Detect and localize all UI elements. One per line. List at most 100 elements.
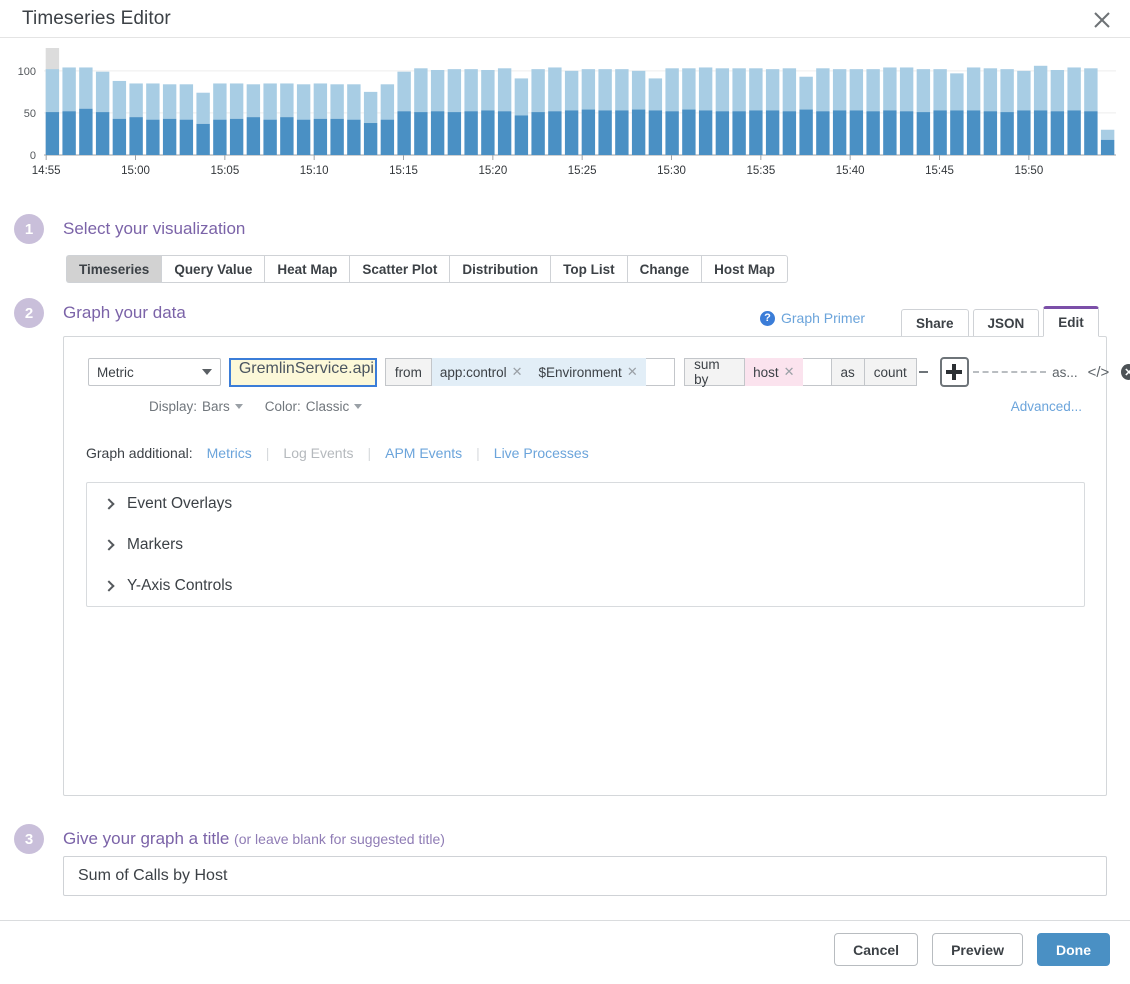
- step-badge-3: 3: [14, 824, 44, 854]
- step-title-2: Graph your data: [63, 303, 186, 323]
- metric-input[interactable]: GremlinService.api: [228, 357, 377, 387]
- query-source-value: Metric: [97, 364, 134, 380]
- close-small-icon[interactable]: ✕: [784, 364, 795, 380]
- from-label: from: [384, 358, 432, 386]
- viz-option-distribution[interactable]: Distribution: [449, 255, 551, 283]
- done-button[interactable]: Done: [1037, 933, 1110, 966]
- divider: |: [265, 445, 270, 461]
- accordion-label: Y-Axis Controls: [127, 576, 233, 594]
- viz-option-label: Change: [639, 261, 690, 277]
- viz-option-label: Top List: [563, 261, 615, 277]
- tab-share[interactable]: Share: [901, 309, 969, 337]
- step-title-sub: (or leave blank for suggested title): [234, 831, 445, 847]
- visualization-selector: Timeseries Query Value Heat Map Scatter …: [66, 255, 788, 283]
- chevron-down-icon: [201, 369, 212, 375]
- viz-option-scatter-plot[interactable]: Scatter Plot: [349, 255, 450, 283]
- close-small-icon[interactable]: ✕: [627, 364, 638, 380]
- tab-label: JSON: [987, 315, 1025, 331]
- graph-additional-live-processes[interactable]: Live Processes: [494, 445, 589, 461]
- chart-svg: 0 50 100 14:55 15:00 15:05 15:10 15:15 15:20 15:2…: [18, 48, 1116, 177]
- svg-text:0: 0: [30, 150, 36, 162]
- connector-line: [918, 371, 929, 373]
- cancel-button[interactable]: Cancel: [834, 933, 919, 966]
- preview-chart: 0 50 100 14:55 15:00 15:05 15:10 15:15 15:20 15:2…: [0, 48, 1130, 183]
- color-select[interactable]: Color: Classic: [265, 399, 363, 414]
- step-title-1: Select your visualization: [63, 219, 245, 239]
- accordion-event-overlays[interactable]: Event Overlays: [87, 483, 1084, 524]
- groupby-tag-field[interactable]: host ✕: [745, 358, 832, 386]
- scope-tag-environment[interactable]: $Environment ✕: [530, 358, 646, 386]
- as-label: as: [831, 358, 865, 386]
- graph-additional-apm-events[interactable]: APM Events: [385, 445, 462, 461]
- svg-text:15:50: 15:50: [1014, 165, 1043, 177]
- viz-option-change[interactable]: Change: [626, 255, 702, 283]
- timeseries-editor-modal: Timeseries Editor 0 50 100 14:55 15:00 15:05 1…: [0, 0, 1130, 984]
- plus-icon[interactable]: [940, 357, 969, 387]
- viz-option-label: Host Map: [714, 261, 775, 277]
- step-number: 2: [24, 304, 34, 322]
- svg-text:15:40: 15:40: [836, 165, 865, 177]
- graph-additional-label: Graph additional:: [86, 445, 193, 461]
- advanced-link[interactable]: Advanced...: [1011, 399, 1082, 414]
- graph-additional-metrics[interactable]: Metrics: [207, 445, 252, 461]
- viz-option-timeseries[interactable]: Timeseries: [66, 255, 162, 283]
- graph-primer-link[interactable]: ? Graph Primer: [760, 310, 865, 326]
- accordion-label: Markers: [127, 535, 183, 553]
- step-number: 3: [24, 830, 34, 848]
- preview-button[interactable]: Preview: [932, 933, 1023, 966]
- chevron-down-icon: [234, 404, 243, 409]
- footer-divider: [0, 920, 1130, 921]
- groupby-tag-host[interactable]: host ✕: [745, 358, 803, 386]
- graph-title-input[interactable]: Sum of Calls by Host: [63, 856, 1107, 896]
- display-select[interactable]: Display: Bars: [149, 399, 243, 414]
- display-options-row: Display: Bars Color: Classic: [149, 399, 363, 414]
- step-title-text: Graph your data: [63, 303, 186, 322]
- step-title-text: Select your visualization: [63, 219, 246, 238]
- svg-text:15:20: 15:20: [478, 165, 507, 177]
- viz-option-label: Timeseries: [79, 261, 150, 277]
- scope-tag-field[interactable]: app:control ✕ $Environment ✕: [431, 358, 675, 386]
- close-icon[interactable]: [1088, 6, 1116, 34]
- viz-option-top-list[interactable]: Top List: [550, 255, 627, 283]
- viz-option-query-value[interactable]: Query Value: [161, 255, 265, 283]
- step-badge-1: 1: [14, 214, 44, 244]
- accordion-label: Event Overlays: [127, 494, 233, 512]
- query-row: Metric GremlinService.api from app:contr…: [88, 357, 1130, 387]
- tab-edit[interactable]: Edit: [1043, 306, 1099, 337]
- accordion-y-axis-controls[interactable]: Y-Axis Controls: [87, 565, 1084, 606]
- help-icon: ?: [760, 310, 775, 326]
- svg-text:15:05: 15:05: [210, 165, 239, 177]
- sum-by-label: sum by: [684, 357, 746, 387]
- chevron-right-icon: [103, 538, 115, 551]
- accordion-markers[interactable]: Markers: [87, 524, 1084, 565]
- svg-text:15:25: 15:25: [568, 165, 597, 177]
- footer-actions: Cancel Preview Done: [834, 933, 1110, 966]
- scope-tag-label: app:control: [439, 364, 507, 380]
- aggregation-select[interactable]: count: [864, 358, 917, 386]
- tab-json[interactable]: JSON: [972, 309, 1040, 337]
- code-brackets-icon[interactable]: </>: [1088, 364, 1110, 381]
- query-editor-panel: Metric GremlinService.api from app:contr…: [63, 336, 1130, 796]
- step-title-3: Give your graph a title (or leave blank …: [63, 829, 445, 849]
- viz-option-heat-map[interactable]: Heat Map: [264, 255, 350, 283]
- groupby-tag-label: host: [753, 364, 779, 380]
- editor-tabs: Share JSON Edit: [901, 306, 1099, 337]
- graph-additional-log-events[interactable]: Log Events: [283, 445, 353, 461]
- close-small-icon[interactable]: ✕: [512, 364, 523, 380]
- as-ellipsis-label[interactable]: as...: [1052, 365, 1078, 380]
- delete-circle-icon[interactable]: ✕: [1121, 364, 1130, 380]
- query-source-select[interactable]: Metric: [88, 358, 221, 386]
- svg-text:15:30: 15:30: [657, 165, 686, 177]
- viz-option-label: Query Value: [174, 261, 253, 277]
- page-title: Timeseries Editor: [22, 8, 171, 29]
- viz-option-label: Distribution: [462, 261, 539, 277]
- scope-tag-app-control[interactable]: app:control ✕: [431, 358, 531, 386]
- dashed-connector: [972, 371, 1047, 373]
- viz-option-label: Scatter Plot: [362, 261, 438, 277]
- graph-primer-label: Graph Primer: [781, 310, 866, 326]
- svg-text:50: 50: [24, 108, 36, 120]
- viz-option-host-map[interactable]: Host Map: [701, 255, 788, 283]
- tab-label: Edit: [1058, 315, 1084, 330]
- svg-text:100: 100: [18, 66, 36, 78]
- color-value: Classic: [305, 399, 350, 414]
